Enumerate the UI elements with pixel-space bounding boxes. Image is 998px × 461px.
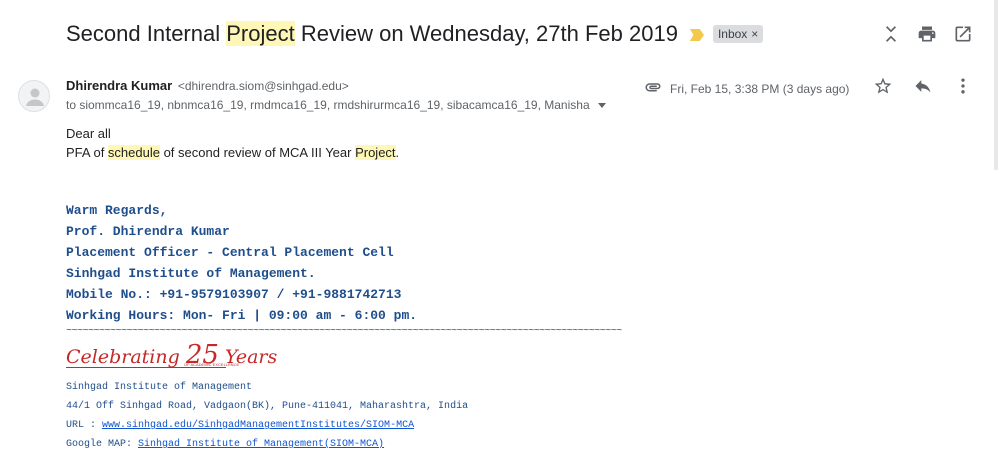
sender-avatar[interactable] — [18, 80, 50, 112]
show-details-icon[interactable] — [597, 102, 606, 108]
greeting-text: Dear all — [66, 126, 111, 141]
signature-line: Working Hours: Mon- Fri | 09:00 am - 6:0… — [66, 308, 418, 323]
sender-name[interactable]: Dhirendra Kumar — [66, 78, 172, 93]
map-label: Google MAP: — [66, 439, 139, 450]
print-icon[interactable] — [917, 24, 937, 44]
open-in-new-window-icon[interactable] — [953, 24, 973, 44]
signature-line: Sinhgad Institute of Management. — [66, 266, 316, 281]
celebrating-25-years-logo: Celebrating 25 Years — [66, 340, 277, 370]
recipients-text: to siommca16_19, nbnmca16_19, rmdmca16_1… — [66, 98, 590, 112]
body-text-part: . — [395, 145, 400, 160]
email-body: Dear all PFA of schedule of second revie… — [66, 124, 399, 162]
sender-email: <dhirendra.siom@sinhgad.edu> — [177, 79, 349, 93]
star-icon[interactable] — [873, 76, 893, 96]
logo-text: Celebrating — [66, 346, 186, 368]
url-line: URL : www.sinhgad.edu/SinhgadManagementI… — [66, 420, 414, 431]
logo-underline — [66, 367, 226, 368]
recipients-line: to siommca16_19, nbnmca16_19, rmdmca16_1… — [66, 98, 606, 112]
signature-line: Mobile No.: +91-9579103907 / +91-9881742… — [66, 287, 402, 302]
inbox-label-text: Inbox — [717, 27, 748, 41]
signature-line: Warm Regards, — [66, 203, 168, 218]
subject-row: Second Internal Project Review on Wednes… — [66, 18, 764, 50]
subject-highlight: Project — [226, 21, 295, 46]
person-icon — [26, 88, 44, 106]
importance-marker-icon[interactable] — [689, 29, 704, 41]
more-vertical-icon[interactable] — [953, 76, 973, 96]
remove-label-icon[interactable]: × — [751, 27, 758, 41]
sender-line: Dhirendra Kumar <dhirendra.siom@sinhgad.… — [66, 78, 349, 93]
signature-block: Warm Regards, Prof. Dhirendra Kumar Placem… — [66, 200, 417, 326]
signature-divider: ~~~~~~~~~~~~~~~~~~~~~~~~~~~~~~~~~~~~~~~~… — [66, 326, 622, 337]
url-label: URL : — [66, 420, 103, 431]
message-date: Fri, Feb 15, 3:38 PM (3 days ago) — [670, 81, 850, 96]
signature-line: Prof. Dhirendra Kumar — [66, 224, 230, 239]
body-paragraph: PFA of schedule of second review of MCA … — [66, 143, 399, 162]
body-text-part: of second review of MCA III Year — [159, 145, 356, 160]
email-subject: Second Internal Project Review on Wednes… — [66, 21, 678, 47]
inbox-label-chip[interactable]: Inbox × — [712, 25, 764, 43]
collapse-icon[interactable] — [881, 24, 901, 44]
body-highlight-project: Project — [355, 145, 396, 160]
logo-subtext: OF ACADEMIC EXCELLENCE — [184, 362, 240, 367]
message-meta: Fri, Feb 15, 3:38 PM (3 days ago) — [644, 78, 849, 99]
signature-line: Placement Officer - Central Placement Ce… — [66, 245, 394, 260]
website-link[interactable]: www.sinhgad.edu/SinhgadManagementInstitu… — [102, 420, 414, 431]
map-line: Google MAP: Sinhgad Institute of Managem… — [66, 439, 384, 450]
scrollbar[interactable] — [994, 0, 998, 170]
institute-address: 44/1 Off Sinhgad Road, Vadgaon(BK), Pune… — [66, 401, 469, 412]
subject-text-after: Review on Wednesday, 27th Feb 2019 — [294, 21, 678, 46]
body-text-part: PFA of — [66, 145, 108, 160]
reply-icon[interactable] — [913, 76, 933, 96]
body-highlight-schedule: schedule — [107, 145, 160, 160]
subject-text-before: Second Internal — [66, 21, 227, 46]
institute-name: Sinhgad Institute of Management — [66, 382, 253, 393]
paperclip-icon — [644, 78, 662, 99]
google-map-link[interactable]: Sinhgad Institute of Management(SIOM-MCA… — [138, 439, 384, 450]
